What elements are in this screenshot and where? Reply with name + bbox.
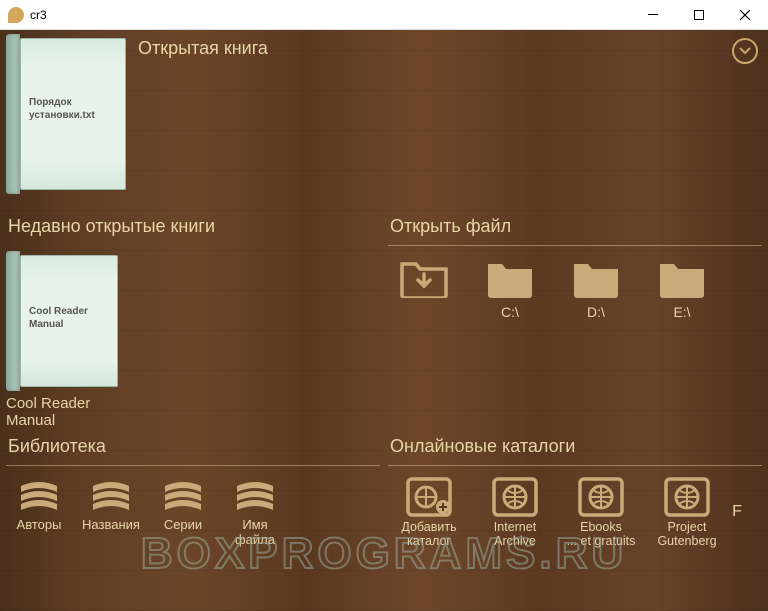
minimize-icon — [648, 10, 658, 20]
library-titles[interactable]: Названия — [78, 476, 144, 548]
drive-label: D:\ — [587, 304, 605, 320]
catalog-project-gutenberg[interactable]: ProjectGutenberg — [646, 476, 728, 549]
catalog-label: Добавитькаталог — [401, 520, 456, 549]
library-item-label: Серии — [164, 518, 202, 548]
open-book-section: Порядок установки.txt Открытая книга — [6, 34, 762, 204]
close-icon — [740, 10, 750, 20]
close-button[interactable] — [722, 0, 768, 30]
catalog-label: Internet Archive — [474, 520, 556, 549]
divider — [388, 465, 762, 466]
globe-icon — [577, 476, 625, 518]
books-icon — [87, 476, 135, 516]
recent-book-caption: Cool Reader Manual — [6, 395, 136, 429]
open-file-heading: Открыть файл — [390, 216, 762, 237]
open-book-cover[interactable]: Порядок установки.txt — [6, 34, 126, 194]
globe-add-icon — [405, 476, 453, 518]
library-item-label: Названия — [82, 518, 140, 548]
menu-toggle-button[interactable] — [732, 38, 758, 64]
catalog-ebooks-gratuits[interactable]: Ebooks... et gratuits — [560, 476, 642, 549]
books-icon — [231, 476, 279, 516]
drive-label: C:\ — [501, 304, 519, 320]
folder-icon — [486, 258, 534, 298]
drive-e[interactable]: E:\ — [650, 258, 714, 320]
folder-icon — [572, 258, 620, 298]
download-folder-icon — [400, 258, 448, 298]
recent-book-item[interactable]: Cool Reader Manual Cool Reader Manual — [6, 251, 136, 429]
window-title: cr3 — [30, 8, 630, 22]
library-section: Библиотека Авторы Названия — [6, 432, 380, 549]
library-filename[interactable]: Имя файла — [222, 476, 288, 548]
catalogs-heading: Онлайновые каталоги — [390, 436, 762, 457]
books-icon — [15, 476, 63, 516]
drive-d[interactable]: D:\ — [564, 258, 628, 320]
recent-section: Недавно открытые книги Cool Reader Manua… — [6, 212, 380, 426]
library-item-label: Имя файла — [222, 518, 288, 548]
catalog-internet-archive[interactable]: Internet Archive — [474, 476, 556, 549]
maximize-button[interactable] — [676, 0, 722, 30]
drive-c[interactable]: C:\ — [478, 258, 542, 320]
library-series[interactable]: Серии — [150, 476, 216, 548]
globe-icon — [663, 476, 711, 518]
divider — [388, 245, 762, 246]
books-icon — [159, 476, 207, 516]
minimize-button[interactable] — [630, 0, 676, 30]
open-file-section: Открыть файл C:\ D:\ — [388, 212, 762, 426]
drive-label: E:\ — [673, 304, 690, 320]
window-titlebar: cr3 — [0, 0, 768, 30]
open-book-label: Порядок установки.txt — [29, 96, 117, 122]
catalog-overflow: F — [732, 476, 742, 549]
recent-heading: Недавно открытые книги — [8, 216, 380, 237]
recent-book-cover-text: Cool Reader Manual — [29, 305, 109, 331]
globe-icon — [491, 476, 539, 518]
folder-icon — [658, 258, 706, 298]
chevron-down-icon — [739, 47, 751, 55]
library-heading: Библиотека — [8, 436, 380, 457]
maximize-icon — [694, 10, 704, 20]
open-book-heading: Открытая книга — [138, 38, 268, 59]
divider — [6, 465, 380, 466]
library-authors[interactable]: Авторы — [6, 476, 72, 548]
library-item-label: Авторы — [17, 518, 62, 548]
catalogs-section: Онлайновые каталоги Добавитькаталог — [388, 432, 762, 549]
main-area: Порядок установки.txt Открытая книга Нед… — [0, 30, 768, 611]
downloads-folder[interactable] — [392, 258, 456, 320]
catalog-add[interactable]: Добавитькаталог — [388, 476, 470, 549]
catalog-label: Ebooks... et gratuits — [567, 520, 636, 549]
catalog-label: ProjectGutenberg — [657, 520, 716, 549]
app-icon — [8, 7, 24, 23]
